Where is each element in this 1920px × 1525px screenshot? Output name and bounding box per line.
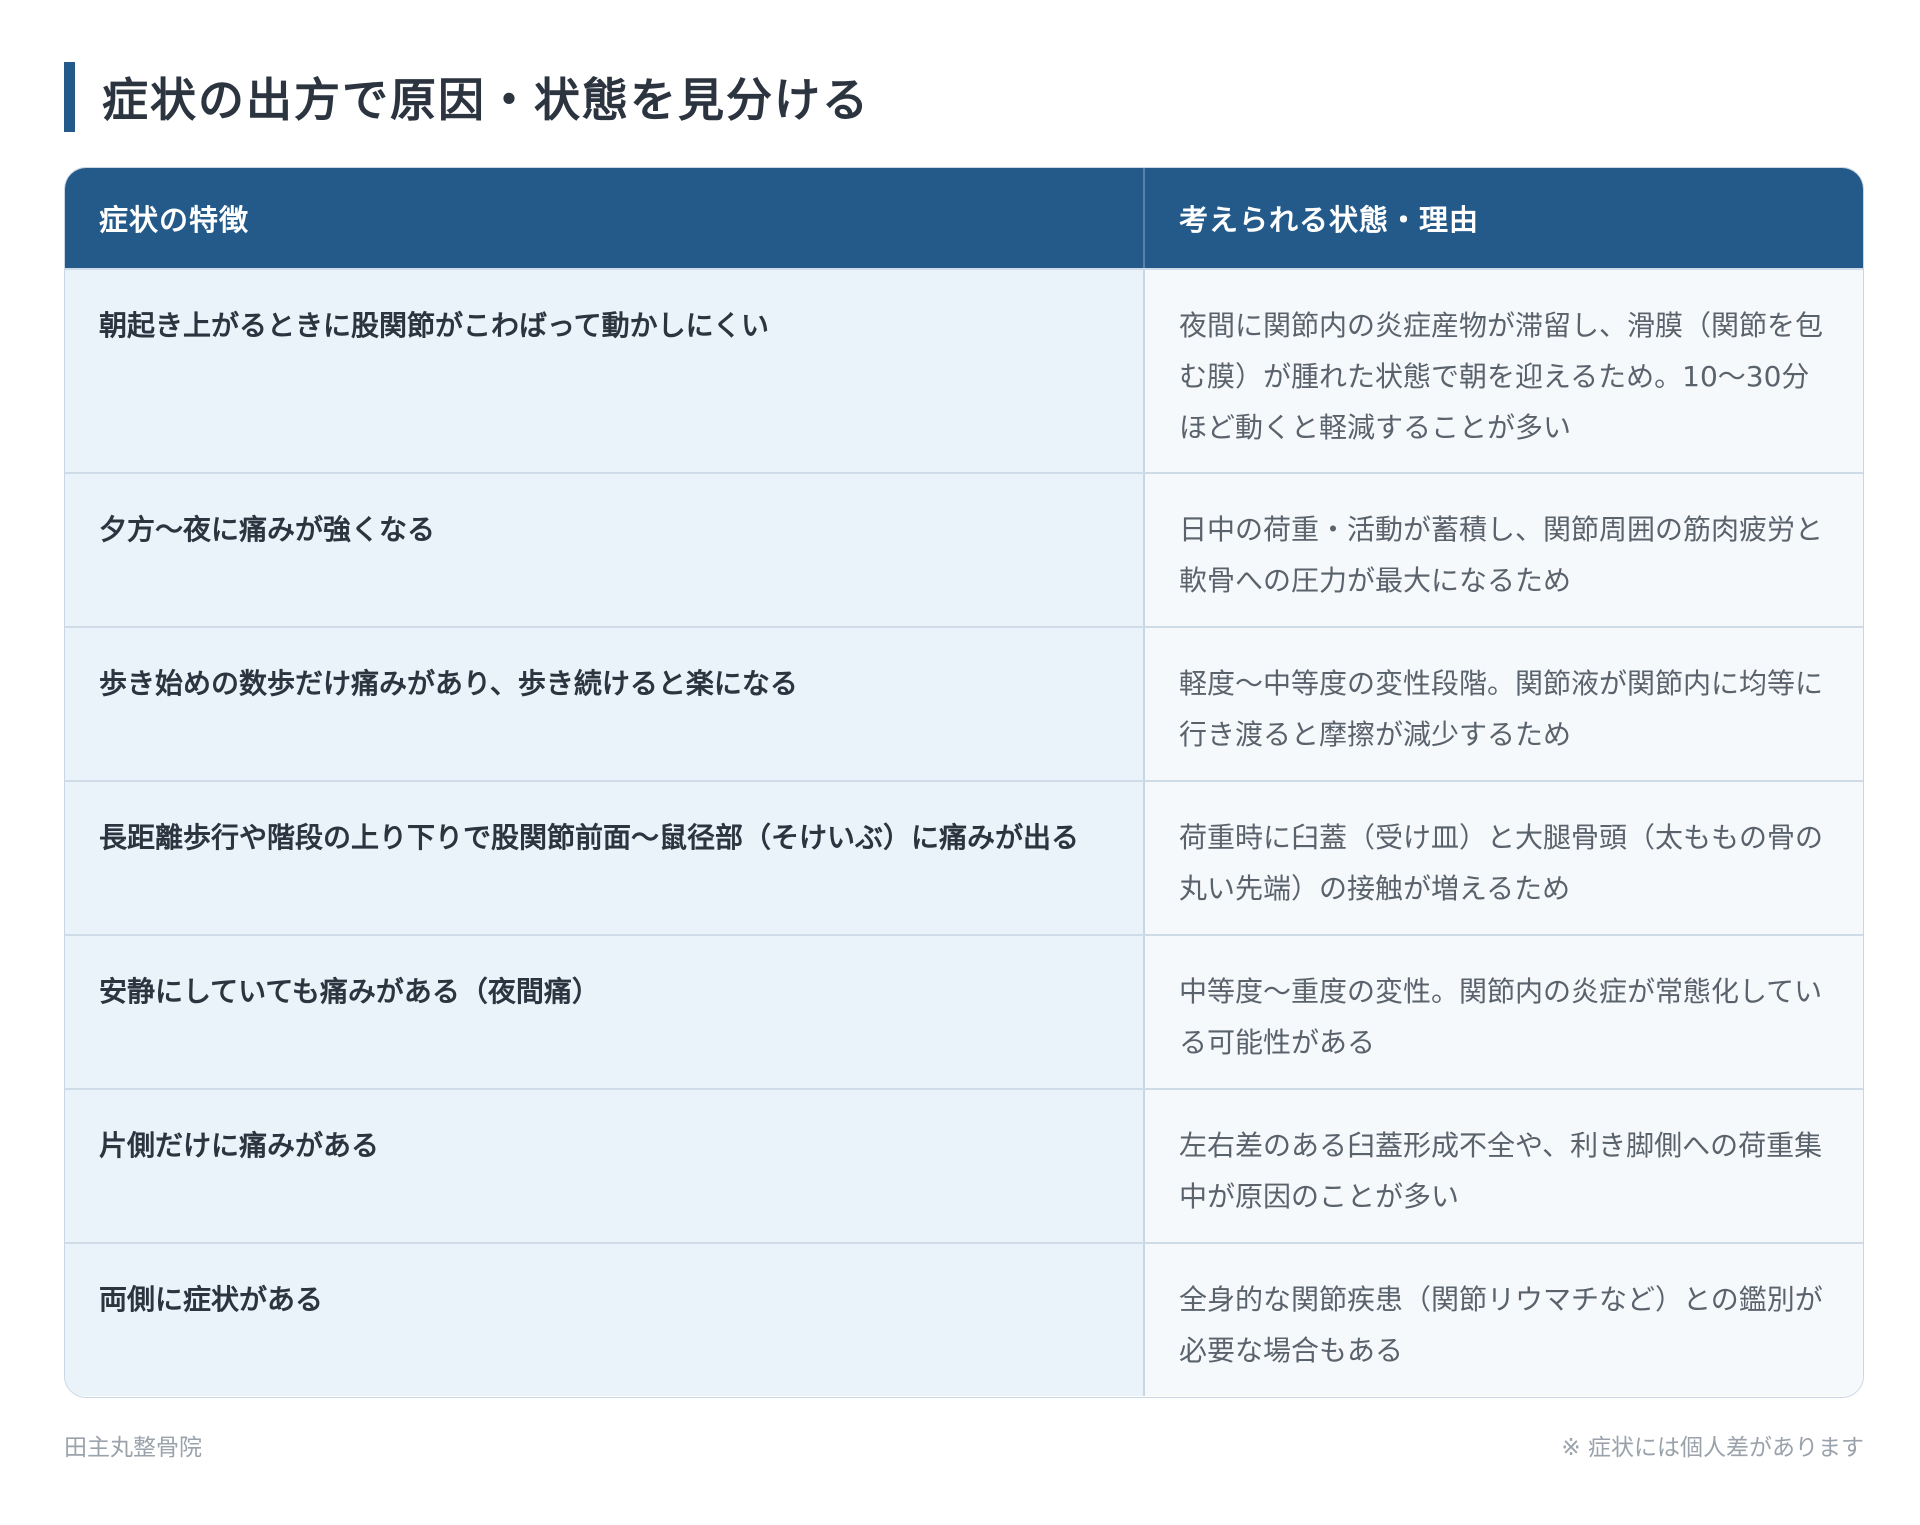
reason-cell: 荷重時に臼蓋（受け皿）と大腿骨頭（太ももの骨の丸い先端）の接触が増えるため [1145, 782, 1863, 934]
header-symptom: 症状の特徴 [65, 168, 1145, 268]
page-title-block: 症状の出方で原因・状態を見分ける [64, 62, 870, 132]
reason-cell: 中等度〜重度の変性。関節内の炎症が常態化している可能性がある [1145, 936, 1863, 1088]
disclaimer-note: ※ 症状には個人差があります [1561, 1435, 1864, 1461]
symptom-cell: 片側だけに痛みがある [65, 1090, 1145, 1242]
table-row: 朝起き上がるときに股関節がこわばって動かしにくい 夜間に関節内の炎症産物が滞留し… [65, 268, 1863, 472]
page-title: 症状の出方で原因・状態を見分ける [102, 73, 870, 127]
symptom-table: 症状の特徴 考えられる状態・理由 朝起き上がるときに股関節がこわばって動かしにく… [64, 167, 1864, 1398]
table-row: 安静にしていても痛みがある（夜間痛） 中等度〜重度の変性。関節内の炎症が常態化し… [65, 934, 1863, 1088]
title-accent-bar [64, 62, 75, 132]
symptom-cell: 夕方〜夜に痛みが強くなる [65, 474, 1145, 626]
symptom-cell: 歩き始めの数歩だけ痛みがあり、歩き続けると楽になる [65, 628, 1145, 780]
symptom-cell: 安静にしていても痛みがある（夜間痛） [65, 936, 1145, 1088]
reason-cell: 左右差のある臼蓋形成不全や、利き脚側への荷重集中が原因のことが多い [1145, 1090, 1863, 1242]
table-row: 片側だけに痛みがある 左右差のある臼蓋形成不全や、利き脚側への荷重集中が原因のこ… [65, 1088, 1863, 1242]
table-header: 症状の特徴 考えられる状態・理由 [65, 168, 1863, 268]
reason-cell: 全身的な関節疾患（関節リウマチなど）との鑑別が必要な場合もある [1145, 1244, 1863, 1396]
symptom-cell: 両側に症状がある [65, 1244, 1145, 1396]
table-row: 歩き始めの数歩だけ痛みがあり、歩き続けると楽になる 軽度〜中等度の変性段階。関節… [65, 626, 1863, 780]
header-reason: 考えられる状態・理由 [1179, 203, 1480, 237]
reason-cell: 日中の荷重・活動が蓄積し、関節周囲の筋肉疲労と軟骨への圧力が最大になるため [1145, 474, 1863, 626]
reason-cell: 軽度〜中等度の変性段階。関節液が関節内に均等に行き渡ると摩擦が減少するため [1145, 628, 1863, 780]
table-row: 夕方〜夜に痛みが強くなる 日中の荷重・活動が蓄積し、関節周囲の筋肉疲労と軟骨への… [65, 472, 1863, 626]
table-row: 両側に症状がある 全身的な関節疾患（関節リウマチなど）との鑑別が必要な場合もある [65, 1242, 1863, 1396]
symptom-cell: 朝起き上がるときに股関節がこわばって動かしにくい [65, 270, 1145, 472]
clinic-name: 田主丸整骨院 [64, 1435, 202, 1461]
table-row: 長距離歩行や階段の上り下りで股関節前面〜鼠径部（そけいぶ）に痛みが出る 荷重時に… [65, 780, 1863, 934]
reason-cell: 夜間に関節内の炎症産物が滞留し、滑膜（関節を包む膜）が腫れた状態で朝を迎えるため… [1145, 270, 1863, 472]
symptom-cell: 長距離歩行や階段の上り下りで股関節前面〜鼠径部（そけいぶ）に痛みが出る [65, 782, 1145, 934]
